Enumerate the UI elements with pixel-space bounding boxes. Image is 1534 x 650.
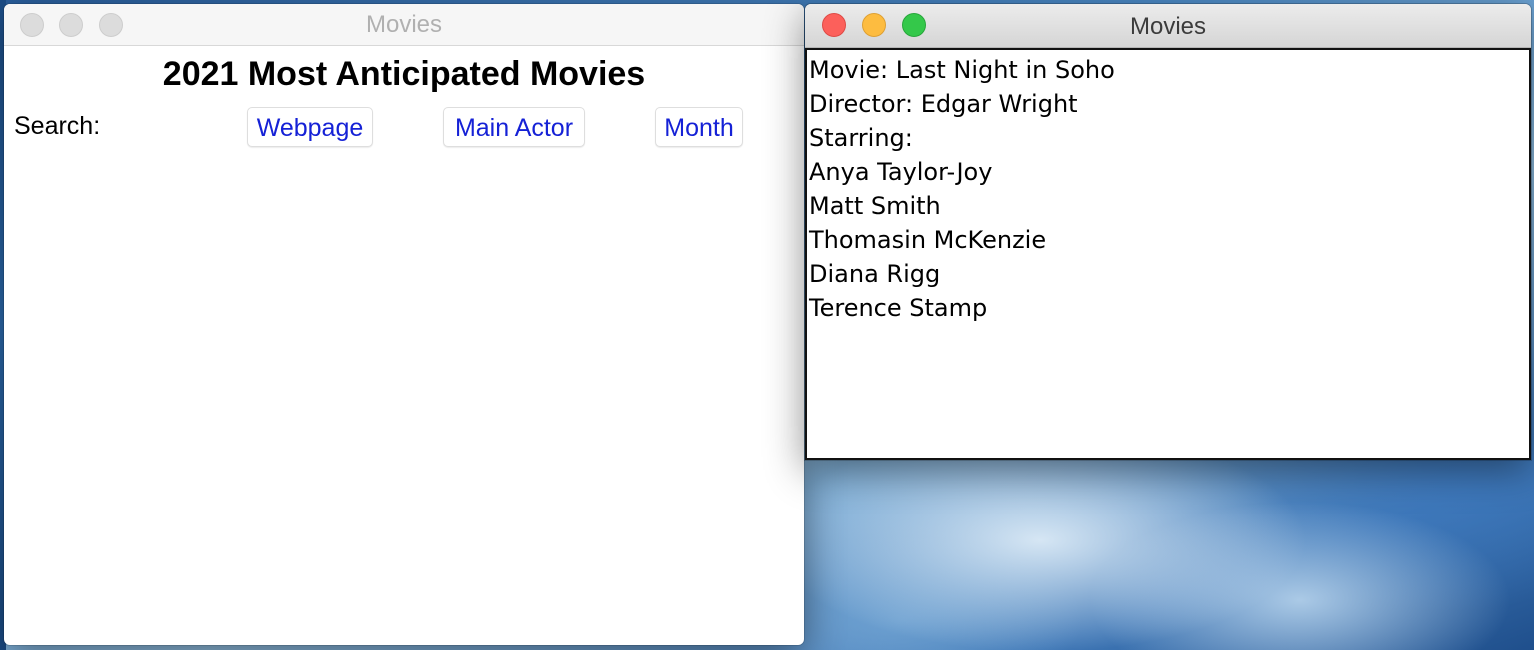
cast-member: Matt Smith (809, 192, 941, 220)
window-title: Movies (1129, 13, 1207, 40)
cast-member: Diana Rigg (809, 260, 941, 288)
movie-details-text[interactable]: Movie: Last Night in Soho Director: Edga… (805, 48, 1531, 460)
movie-line: Movie: Last Night in Soho (809, 56, 1115, 84)
window-title: Movies (365, 11, 443, 38)
detail-window-titlebar[interactable]: Movies (805, 4, 1531, 48)
starring-label: Starring: (809, 124, 913, 152)
main-window: Movies 2021 Most Anticipated Movies Sear… (4, 4, 804, 645)
cast-member: Thomasin McKenzie (809, 226, 1047, 254)
search-label: Search: (14, 112, 101, 140)
main-actor-button[interactable]: Main Actor (443, 107, 585, 147)
director-line: Director: Edgar Wright (809, 90, 1078, 118)
cast-member: Terence Stamp (809, 294, 988, 322)
detail-window: Movies Movie: Last Night in Soho Directo… (805, 4, 1531, 460)
main-window-titlebar[interactable]: Movies (4, 4, 804, 46)
page-title: 2021 Most Anticipated Movies (162, 55, 646, 93)
month-button[interactable]: Month (655, 107, 743, 147)
cast-member: Anya Taylor-Joy (809, 158, 993, 186)
webpage-button[interactable]: Webpage (247, 107, 373, 147)
